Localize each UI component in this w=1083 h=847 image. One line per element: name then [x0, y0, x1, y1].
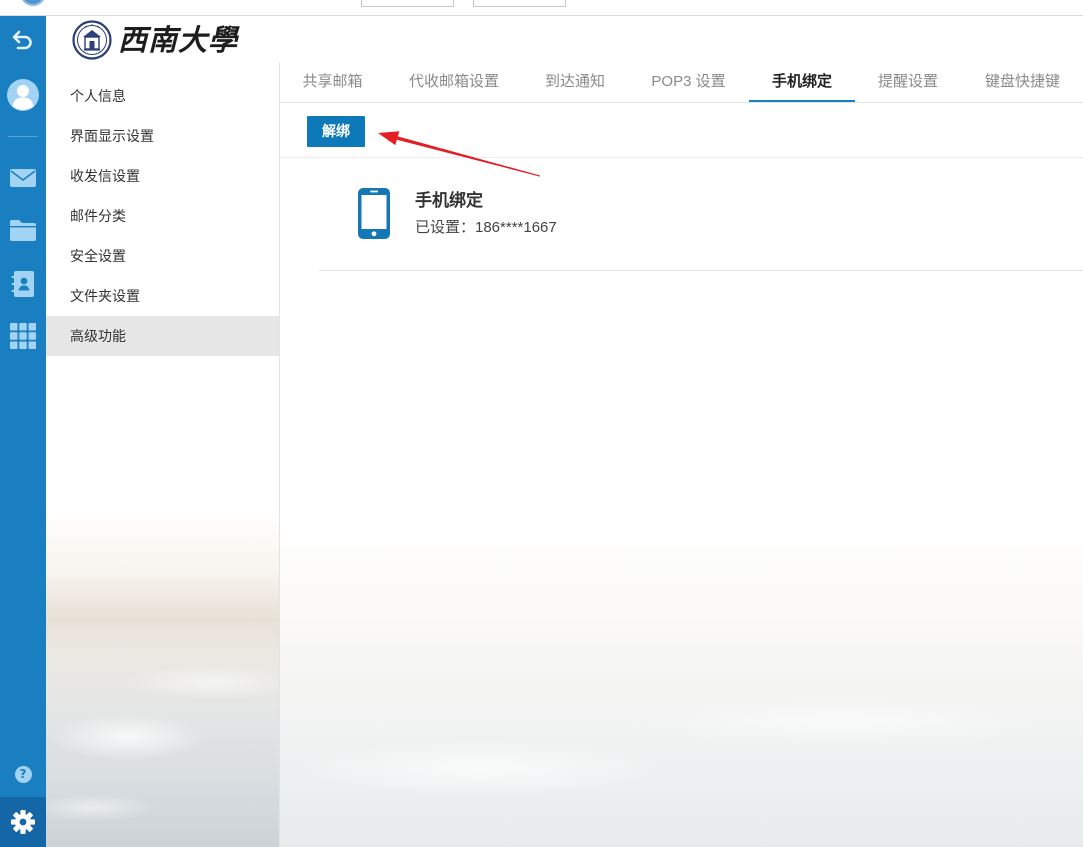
- help-icon: ?: [14, 765, 32, 783]
- top-control-box[interactable]: [361, 0, 454, 7]
- university-seal-icon: [72, 20, 112, 60]
- phone-binding-title: 手机绑定: [415, 191, 483, 210]
- sidebar-item-mail-categories[interactable]: 邮件分类: [46, 196, 279, 236]
- sidebar-item-label: 邮件分类: [70, 208, 126, 224]
- rail-contacts-button[interactable]: [0, 270, 46, 298]
- back-arrow-icon: [12, 30, 32, 50]
- tab-pop3-settings[interactable]: POP3 设置: [628, 62, 749, 102]
- phone-binding-status: 已设置：186****1667: [415, 219, 557, 236]
- contacts-icon: [11, 271, 34, 297]
- tab-label: 键盘快捷键: [984, 73, 1060, 90]
- settings-sidebar: 个人信息 界面显示设置 收发信设置 邮件分类 安全设置 文件夹设置 高级功能: [46, 62, 280, 847]
- rail-mail-button[interactable]: [0, 167, 46, 189]
- gear-icon: [11, 810, 35, 834]
- tab-keyboard-shortcuts[interactable]: 键盘快捷键: [962, 62, 1083, 102]
- divider: [280, 157, 1083, 158]
- settings-menu: 个人信息 界面显示设置 收发信设置 邮件分类 安全设置 文件夹设置 高级功能: [46, 76, 279, 356]
- sidebar-item-send-receive[interactable]: 收发信设置: [46, 156, 279, 196]
- tab-shared-mailbox[interactable]: 共享邮箱: [280, 62, 385, 102]
- folder-icon: [10, 220, 36, 241]
- top-avatar-icon[interactable]: [20, 0, 46, 6]
- sidebar-item-label: 界面显示设置: [70, 128, 154, 144]
- rail-settings-button[interactable]: [0, 797, 46, 847]
- rail-divider: [8, 136, 38, 137]
- left-rail: ?: [0, 16, 46, 847]
- rail-avatar-button[interactable]: [0, 78, 46, 112]
- tab-phone-binding[interactable]: 手机绑定: [749, 62, 855, 102]
- rail-help-button[interactable]: ?: [0, 764, 46, 784]
- avatar-icon: [7, 79, 39, 111]
- top-strip: [0, 0, 1083, 16]
- rail-apps-button[interactable]: [0, 322, 46, 350]
- settings-content: 共享邮箱 代收邮箱设置 到达通知 POP3 设置 手机绑定 提醒设置 键盘快捷键…: [280, 62, 1083, 847]
- tab-label: POP3 设置: [651, 73, 726, 90]
- tab-label: 到达通知: [544, 73, 605, 90]
- top-control-box[interactable]: [473, 0, 566, 7]
- sidebar-item-display[interactable]: 界面显示设置: [46, 116, 279, 156]
- tab-arrival-notice[interactable]: 到达通知: [522, 62, 628, 102]
- divider: [319, 270, 1083, 271]
- mail-icon: [10, 169, 36, 187]
- apps-grid-icon: [10, 323, 36, 349]
- university-logo[interactable]: 西南大學: [72, 20, 239, 60]
- tab-label: 提醒设置: [877, 73, 938, 90]
- sidebar-item-label: 收发信设置: [70, 168, 140, 184]
- sidebar-item-profile[interactable]: 个人信息: [46, 76, 279, 116]
- rail-folder-button[interactable]: [0, 218, 46, 242]
- mail-settings-page: ? 西南大學 个人信息 界面显示设置 收发信设置 邮件分类 安全设置 文件夹设置…: [0, 0, 1083, 847]
- settings-tabs: 共享邮箱 代收邮箱设置 到达通知 POP3 设置 手机绑定 提醒设置 键盘快捷键: [280, 62, 1083, 103]
- tab-external-mail-fetch[interactable]: 代收邮箱设置: [386, 62, 522, 102]
- sidebar-item-label: 文件夹设置: [70, 288, 140, 304]
- sidebar-item-label: 个人信息: [70, 88, 126, 104]
- mobile-phone-icon: [358, 188, 390, 239]
- sidebar-item-folders[interactable]: 文件夹设置: [46, 276, 279, 316]
- tab-label: 共享邮箱: [302, 73, 363, 90]
- logo-text: 西南大學: [118, 23, 239, 57]
- tab-label: 代收邮箱设置: [408, 73, 499, 90]
- unbind-button[interactable]: 解绑: [307, 116, 365, 147]
- sidebar-item-label: 高级功能: [70, 328, 126, 344]
- header: 西南大學: [46, 16, 1083, 62]
- sidebar-item-advanced[interactable]: 高级功能: [46, 316, 279, 356]
- rail-back-button[interactable]: [0, 27, 46, 53]
- sidebar-item-label: 安全设置: [70, 248, 126, 264]
- tab-reminder-settings[interactable]: 提醒设置: [855, 62, 961, 102]
- sidebar-item-security[interactable]: 安全设置: [46, 236, 279, 276]
- tab-label: 手机绑定: [771, 73, 832, 90]
